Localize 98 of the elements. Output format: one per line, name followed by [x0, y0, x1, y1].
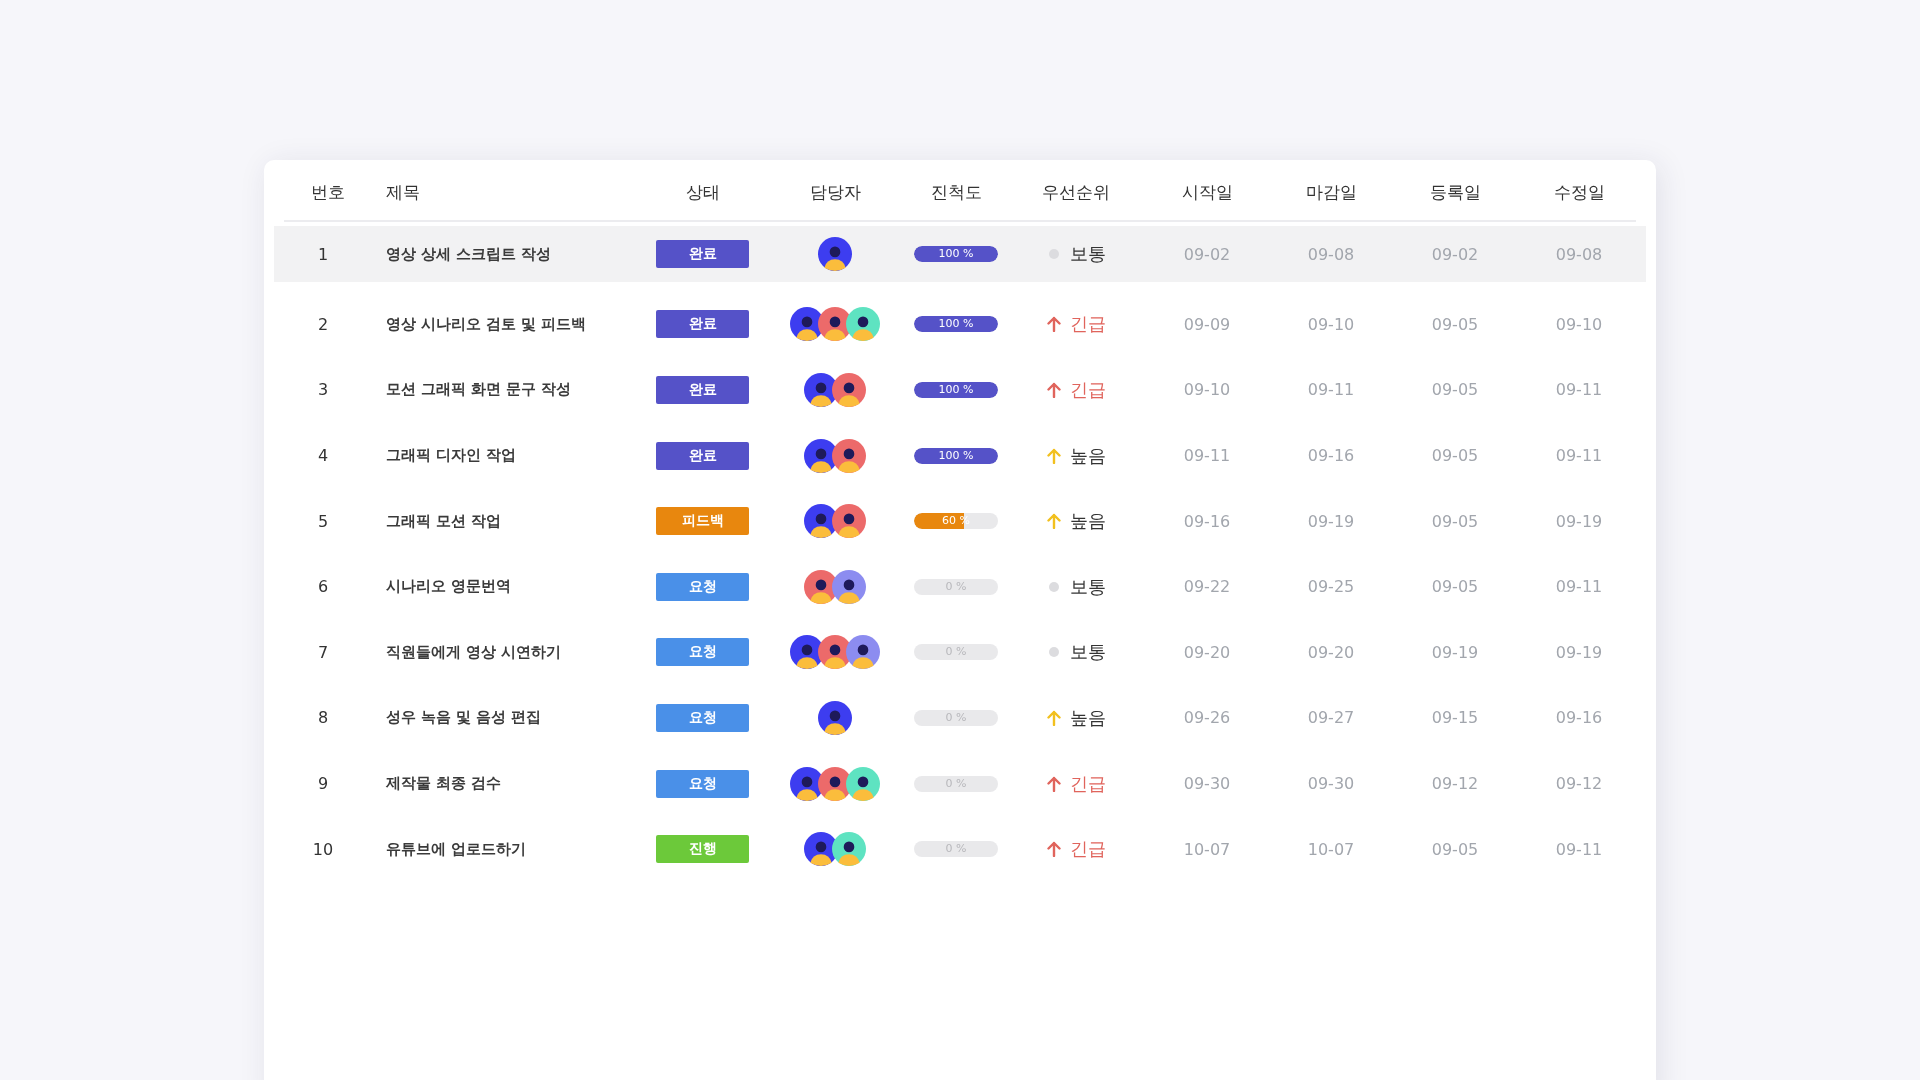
registered-date: 09-05	[1431, 446, 1479, 466]
due-date: 09-19	[1307, 511, 1355, 531]
column-header: 제목	[385, 180, 421, 204]
progress-label: 100 %	[937, 447, 975, 464]
row-number: 4	[317, 446, 329, 466]
row-number: 8	[317, 708, 329, 728]
row-number: 3	[317, 380, 329, 400]
task-title: 영상 시나리오 검토 및 피드백	[386, 314, 587, 334]
due-date: 09-25	[1307, 577, 1355, 597]
modified-date: 09-12	[1555, 774, 1603, 794]
modified-date: 09-19	[1555, 642, 1603, 662]
row-number: 7	[317, 642, 329, 662]
registered-date: 09-05	[1431, 839, 1479, 859]
registered-date: 09-15	[1431, 708, 1479, 728]
modified-date: 09-16	[1555, 708, 1603, 728]
due-date: 09-30	[1307, 774, 1355, 794]
row-number: 10	[312, 839, 334, 859]
registered-date: 09-05	[1431, 380, 1479, 400]
start-date: 10-07	[1183, 839, 1231, 859]
start-date: 09-16	[1183, 511, 1231, 531]
start-date: 09-30	[1183, 774, 1231, 794]
column-header: 우선순위	[1041, 180, 1111, 204]
start-date: 09-02	[1183, 244, 1231, 264]
status-tag: 요청	[656, 769, 749, 798]
task-title: 모션 그래픽 화면 문구 작성	[386, 380, 572, 400]
start-date: 09-26	[1183, 708, 1231, 728]
task-title: 영상 상세 스크립트 작성	[386, 244, 552, 264]
progress-label: 100 %	[937, 246, 975, 262]
column-header: 시작일	[1180, 180, 1234, 204]
priority-label: 긴급	[1070, 378, 1106, 402]
task-title: 직원들에게 영상 시연하기	[386, 642, 562, 662]
column-header: 진척도	[929, 180, 983, 204]
status-tag: 완료	[656, 376, 749, 404]
due-date: 10-07	[1307, 839, 1355, 859]
start-date: 09-09	[1183, 314, 1231, 334]
status-tag: 피드백	[656, 507, 749, 536]
registered-date: 09-02	[1431, 244, 1479, 264]
modified-date: 09-08	[1555, 244, 1603, 264]
start-date: 09-20	[1183, 642, 1231, 662]
start-date: 09-10	[1183, 380, 1231, 400]
table-row[interactable]: 3 모션 그래픽 화면 문구 작성 완료 100 % 긴급 09-10 09-11 09-05 09-11	[274, 357, 1646, 423]
due-date: 09-27	[1307, 708, 1355, 728]
modified-date: 09-10	[1555, 314, 1603, 334]
priority-label: 보통	[1070, 640, 1106, 665]
modified-date: 09-11	[1555, 380, 1603, 400]
registered-date: 09-05	[1431, 314, 1479, 334]
priority-label: 높음	[1070, 705, 1106, 730]
priority-label: 높음	[1070, 443, 1106, 468]
column-header: 등록일	[1428, 180, 1482, 204]
progress-label: 100 %	[937, 382, 975, 398]
start-date: 09-11	[1183, 446, 1231, 466]
table-row[interactable]: 2 영상 시나리오 검토 및 피드백 완료 100 % 긴급 09-09 09-10 09-05 09-10	[274, 291, 1646, 358]
column-header: 번호	[310, 180, 346, 204]
due-date: 09-08	[1307, 244, 1355, 264]
row-number: 2	[317, 314, 329, 334]
table-row[interactable]: 1 영상 상세 스크립트 작성 완료 100 % 보통 09-02 09-08 09-02 09-08	[274, 226, 1646, 282]
registered-date: 09-12	[1431, 774, 1479, 794]
task-title: 그래픽 모션 작업	[386, 511, 502, 531]
task-title: 성우 녹음 및 음성 편집	[386, 708, 542, 728]
priority-label: 보통	[1070, 242, 1106, 266]
table-row[interactable]: 4 그래픽 디자인 작업 완료 100 % 높음 09-11 09-16 09-05 09-11	[274, 422, 1646, 489]
due-date: 09-11	[1307, 380, 1355, 400]
modified-date: 09-11	[1555, 839, 1603, 859]
modified-date: 09-19	[1555, 511, 1603, 531]
priority-label: 긴급	[1070, 837, 1106, 862]
start-date: 09-22	[1183, 577, 1231, 597]
row-number: 5	[317, 511, 329, 531]
row-number: 6	[317, 577, 329, 597]
priority-label: 보통	[1070, 574, 1106, 599]
status-tag: 완료	[656, 240, 749, 268]
column-header: 마감일	[1304, 180, 1358, 204]
due-date: 09-16	[1307, 446, 1355, 466]
task-title: 그래픽 디자인 작업	[386, 446, 517, 466]
priority-label: 긴급	[1070, 312, 1106, 337]
progress-label: 100 %	[937, 316, 975, 333]
task-title: 시나리오 영문번역	[386, 577, 512, 597]
modified-date: 09-11	[1555, 577, 1603, 597]
priority-label: 긴급	[1070, 771, 1106, 796]
status-tag: 진행	[656, 835, 749, 864]
modified-date: 09-11	[1555, 446, 1603, 466]
registered-date: 09-05	[1431, 577, 1479, 597]
priority-label: 높음	[1070, 509, 1106, 534]
row-number: 9	[317, 774, 329, 794]
task-title: 유튜브에 업로드하기	[386, 839, 527, 859]
column-header: 상태	[684, 180, 721, 204]
status-tag: 요청	[656, 572, 749, 601]
status-tag: 요청	[656, 638, 749, 667]
task-title: 제작물 최종 검수	[386, 774, 502, 794]
due-date: 09-20	[1307, 642, 1355, 662]
status-tag: 요청	[656, 703, 749, 732]
due-date: 09-10	[1307, 314, 1355, 334]
status-tag: 완료	[656, 310, 749, 339]
status-tag: 완료	[656, 441, 749, 470]
column-header: 수정일	[1552, 180, 1606, 204]
row-number: 1	[317, 244, 329, 264]
registered-date: 09-19	[1431, 642, 1479, 662]
column-header: 담당자	[808, 180, 862, 204]
registered-date: 09-05	[1431, 511, 1479, 531]
